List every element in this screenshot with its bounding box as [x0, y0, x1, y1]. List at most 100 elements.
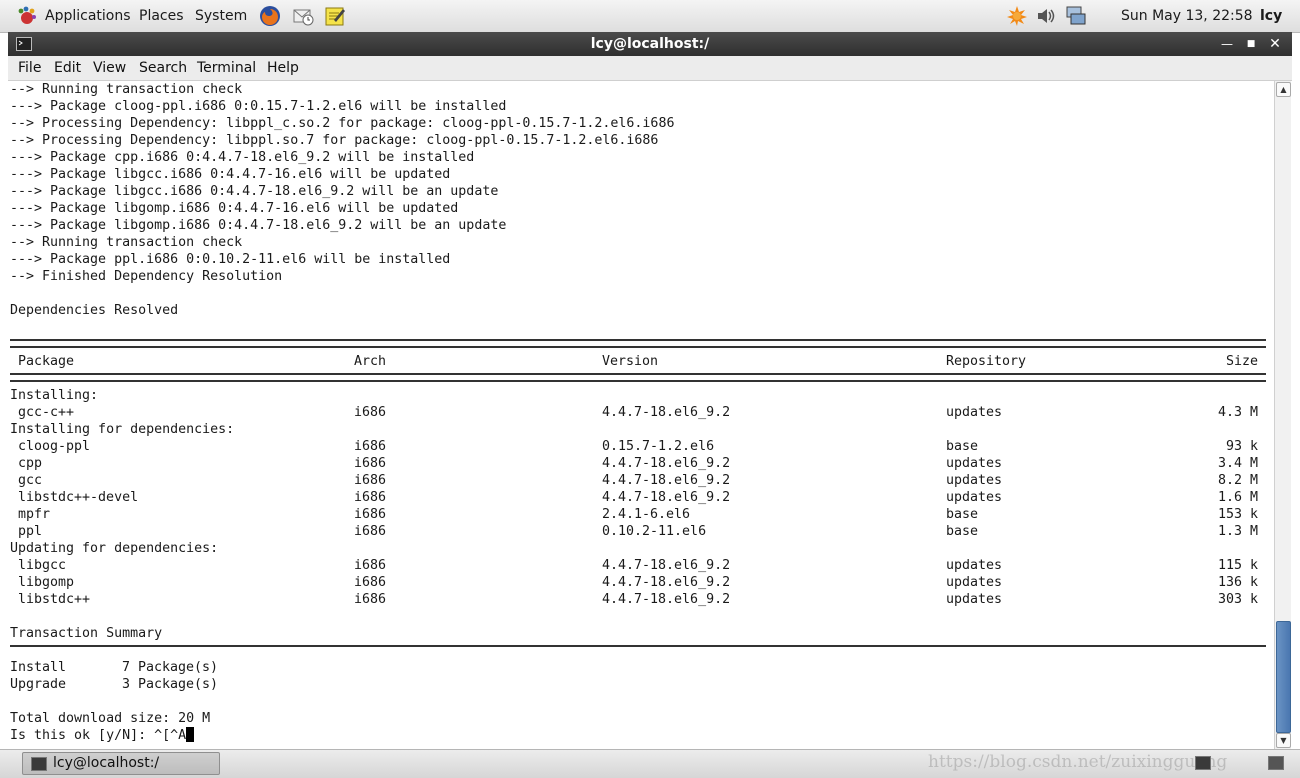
header-arch: Arch: [354, 354, 387, 369]
scroll-down-arrow-icon[interactable]: ▼: [1276, 733, 1291, 748]
group-title: Installing:: [10, 388, 99, 403]
vertical-scrollbar[interactable]: ▲ ▼: [1274, 81, 1291, 749]
minimize-icon[interactable]: —: [1218, 35, 1236, 53]
row-package: libstdc++-devel: [18, 490, 139, 505]
user-menu[interactable]: lcy: [1260, 0, 1282, 32]
summary-upgrade: Upgrade 3 Package(s): [10, 676, 410, 693]
taskbar-terminal-button[interactable]: lcy@localhost:/: [22, 752, 220, 775]
row-size: 4.3 M: [1217, 405, 1258, 420]
window-titlebar[interactable]: lcy@localhost:/ — ■ ✕: [8, 32, 1292, 56]
group-title: Installing for dependencies:: [10, 422, 235, 437]
mail-icon[interactable]: [292, 5, 314, 27]
row-package: cloog-ppl: [18, 439, 91, 454]
table-row: libgcc i686 4.4.7-18.el6_9.2 updates 115…: [10, 557, 1266, 574]
log-line: ---> Package libgomp.i686 0:4.4.7-18.el6…: [10, 218, 507, 233]
row-package: gcc-c++: [18, 405, 75, 420]
log-line: --> Processing Dependency: libppl.so.7 f…: [10, 133, 659, 148]
log-line: ---> Package cloog-ppl.i686 0:0.15.7-1.2…: [10, 99, 507, 114]
summary-install: Install 7 Package(s): [10, 659, 410, 676]
top-panel: Applications Places System Sun May 13, 2…: [0, 0, 1300, 33]
terminal-output[interactable]: --> Running transaction check ---> Packa…: [8, 81, 1274, 749]
download-size: Total download size: 20 M: [10, 711, 211, 726]
system-menu[interactable]: System: [195, 0, 247, 32]
terminal-icon: [31, 757, 47, 771]
row-size: 1.3 M: [1217, 524, 1258, 539]
volume-icon[interactable]: [1035, 5, 1057, 27]
row-repository: updates: [946, 473, 1003, 488]
row-package: gcc: [18, 473, 43, 488]
log-line: --> Processing Dependency: libppl_c.so.2…: [10, 116, 675, 131]
row-size: 153 k: [1217, 507, 1258, 522]
row-repository: base: [946, 507, 979, 522]
table-row: libstdc++-devel i686 4.4.7-18.el6_9.2 up…: [10, 489, 1266, 506]
log-line: --> Running transaction check: [10, 235, 243, 250]
close-icon[interactable]: ✕: [1266, 35, 1284, 53]
row-repository: base: [946, 524, 979, 539]
clock[interactable]: Sun May 13, 22:58: [1121, 0, 1253, 32]
row-arch: i686: [354, 490, 387, 505]
separator-line: [10, 373, 1266, 382]
header-version: Version: [602, 354, 659, 369]
gnome-foot-icon[interactable]: [17, 6, 37, 26]
row-arch: i686: [354, 575, 387, 590]
row-repository: updates: [946, 558, 1003, 573]
row-repository: base: [946, 439, 979, 454]
scroll-up-arrow-icon[interactable]: ▲: [1276, 82, 1291, 97]
summary-label: Install: [10, 660, 67, 675]
row-version: 0.10.2-11.el6: [602, 524, 707, 539]
places-menu[interactable]: Places: [139, 0, 184, 32]
row-size: 115 k: [1217, 558, 1258, 573]
row-size: 136 k: [1217, 575, 1258, 590]
row-version: 4.4.7-18.el6_9.2: [602, 592, 731, 607]
row-arch: i686: [354, 439, 387, 454]
row-version: 4.4.7-18.el6_9.2: [602, 473, 731, 488]
row-package: mpfr: [18, 507, 51, 522]
row-repository: updates: [946, 575, 1003, 590]
notes-icon[interactable]: [324, 5, 346, 27]
row-size: 93 k: [1225, 439, 1258, 454]
row-package: libstdc++: [18, 592, 91, 607]
text-cursor: [186, 727, 195, 742]
log-line: ---> Package libgomp.i686 0:4.4.7-16.el6…: [10, 201, 459, 216]
header-repository: Repository: [946, 354, 1027, 369]
summary-value: 3 Package(s): [122, 677, 219, 692]
workspace-switcher-icon[interactable]: [1268, 756, 1284, 770]
menu-edit[interactable]: Edit: [54, 56, 81, 80]
menu-search[interactable]: Search: [139, 56, 187, 80]
table-row: cloog-ppl i686 0.15.7-1.2.el6 base 93 k: [10, 438, 1266, 455]
scrollbar-thumb[interactable]: [1276, 621, 1291, 733]
update-icon[interactable]: [1006, 5, 1028, 27]
table-row: mpfr i686 2.4.1-6.el6 base 153 k: [10, 506, 1266, 523]
row-version: 0.15.7-1.2.el6: [602, 439, 715, 454]
row-repository: updates: [946, 405, 1003, 420]
row-repository: updates: [946, 490, 1003, 505]
row-version: 4.4.7-18.el6_9.2: [602, 558, 731, 573]
row-package: cpp: [18, 456, 43, 471]
applications-menu[interactable]: Applications: [45, 0, 131, 32]
summary-title: Transaction Summary: [10, 626, 163, 641]
table-row: cpp i686 4.4.7-18.el6_9.2 updates 3.4 M: [10, 455, 1266, 472]
menubar: File Edit View Search Terminal Help: [8, 56, 1292, 81]
menu-terminal[interactable]: Terminal: [197, 56, 256, 80]
log-line: ---> Package cpp.i686 0:4.4.7-18.el6_9.2…: [10, 150, 475, 165]
row-arch: i686: [354, 405, 387, 420]
maximize-icon[interactable]: ■: [1242, 35, 1260, 53]
row-size: 1.6 M: [1217, 490, 1258, 505]
menu-view[interactable]: View: [93, 56, 126, 80]
window-title: lcy@localhost:/: [590, 36, 710, 52]
confirm-prompt-line[interactable]: Is this ok [y/N]: ^[^A: [10, 727, 195, 744]
row-arch: i686: [354, 456, 387, 471]
network-icon[interactable]: [1064, 5, 1086, 27]
menu-help[interactable]: Help: [267, 56, 299, 80]
menu-file[interactable]: File: [18, 56, 41, 80]
row-version: 4.4.7-18.el6_9.2: [602, 490, 731, 505]
summary-label: Upgrade: [10, 677, 67, 692]
row-arch: i686: [354, 524, 387, 539]
firefox-icon[interactable]: [259, 5, 281, 27]
show-desktop-icon[interactable]: [1195, 756, 1211, 770]
header-size: Size: [1225, 354, 1258, 369]
row-package: libgcc: [18, 558, 67, 573]
row-size: 8.2 M: [1217, 473, 1258, 488]
row-version: 4.4.7-18.el6_9.2: [602, 456, 731, 471]
row-repository: updates: [946, 456, 1003, 471]
